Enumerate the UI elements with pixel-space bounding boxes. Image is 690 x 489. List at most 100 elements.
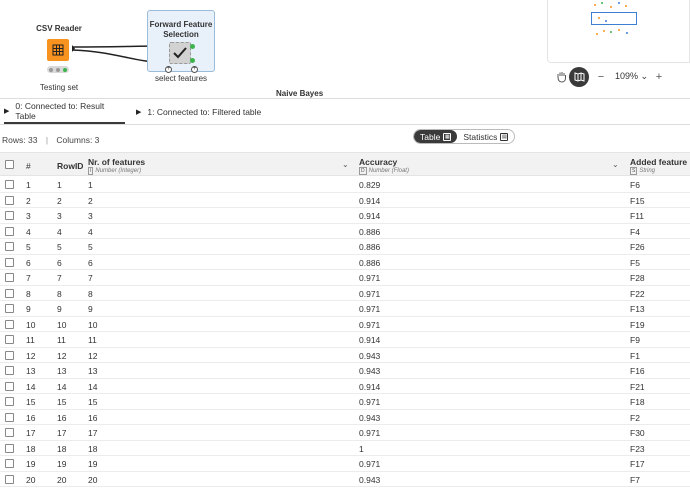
col-header-added-feature[interactable]: Added feature S String (630, 153, 690, 177)
table-cell: 19 (88, 459, 98, 469)
string-type-icon: S (630, 167, 638, 175)
add-port-icon[interactable]: + (165, 66, 172, 73)
row-checkbox[interactable] (5, 304, 14, 313)
table-cell: 17 (88, 428, 98, 438)
row-checkbox[interactable] (5, 474, 14, 484)
table-row[interactable]: 9 9 9 0.971 F13 (0, 301, 690, 317)
table-cell: F18 (630, 397, 645, 407)
zoom-in-icon[interactable]: + (649, 67, 669, 87)
minimap-node (601, 2, 603, 4)
table-row[interactable]: 7 7 7 0.971 F28 (0, 270, 690, 286)
minimap-node (603, 30, 605, 32)
table-cell: 0.971 (359, 288, 381, 299)
table-cell: 8 (57, 288, 62, 299)
table-row[interactable]: 6 6 6 0.886 F5 (0, 255, 690, 270)
table-cell: 9 (88, 304, 93, 314)
workflow-canvas[interactable]: CSV Reader Testing set Forward Feature S… (0, 0, 690, 98)
chevron-down-icon[interactable]: ⌄ (612, 160, 619, 169)
row-checkbox[interactable] (5, 381, 14, 391)
table-cell: 19 (26, 459, 36, 469)
table-row[interactable]: 10 10 10 0.971 F19 (0, 317, 690, 332)
row-checkbox[interactable] (5, 319, 14, 329)
chevron-down-icon[interactable]: ⌄ (342, 160, 349, 169)
table-row[interactable]: 4 4 4 0.886 F4 (0, 224, 690, 239)
table-cell: 18 (26, 443, 36, 454)
separator: | (45, 135, 49, 145)
zoom-level-value: 109% (615, 71, 639, 81)
table-row[interactable]: 11 11 11 0.914 F9 (0, 332, 690, 348)
table-cell: 18 (88, 443, 98, 454)
table-cell: F16 (630, 366, 645, 376)
minimap[interactable] (547, 0, 690, 63)
table-cell: F23 (630, 443, 645, 454)
row-checkbox[interactable] (5, 257, 14, 267)
minimap-viewport[interactable] (591, 12, 637, 25)
table-header: # RowID Nr. of features I Number (Integer… (0, 152, 690, 176)
table-row[interactable]: 19 19 19 0.971 F17 (0, 456, 690, 472)
table-row[interactable]: 1 1 1 0.829 F6 (0, 177, 690, 193)
table-cell: 20 (88, 474, 98, 485)
row-checkbox[interactable] (5, 412, 14, 422)
tab-result-table[interactable]: ▶ 0: Connected to: Result Table (4, 99, 125, 124)
table-cell: 0.971 (359, 319, 381, 330)
row-checkbox[interactable] (5, 226, 14, 236)
table-row[interactable]: 20 20 20 0.943 F7 (0, 472, 690, 487)
table-row[interactable]: 5 5 5 0.886 F26 (0, 239, 690, 255)
view-toggle: Table ▦ Statistics ▤ (413, 129, 516, 144)
table-cell: F22 (630, 288, 645, 299)
row-checkbox[interactable] (5, 428, 14, 437)
row-checkbox[interactable] (5, 288, 14, 298)
add-port-icon[interactable]: + (191, 66, 198, 73)
table-row[interactable]: 2 2 2 0.914 F15 (0, 193, 690, 208)
table-dimensions: Rows: 33 | Columns: 3 (2, 135, 99, 145)
output-port-icon[interactable] (190, 44, 195, 49)
table-cell: 17 (57, 428, 67, 438)
output-port-icon[interactable] (190, 58, 195, 63)
row-checkbox[interactable] (5, 397, 14, 406)
row-checkbox[interactable] (5, 273, 14, 282)
port-tabs: ▶ 0: Connected to: Result Table ▶ 1: Con… (0, 98, 690, 125)
table-row[interactable]: 12 12 12 0.943 F1 (0, 348, 690, 363)
row-checkbox[interactable] (5, 335, 14, 344)
table-view-button[interactable]: Table ▦ (414, 130, 458, 143)
row-checkbox[interactable] (5, 211, 14, 220)
row-checkbox[interactable] (5, 366, 14, 375)
table-row[interactable]: 16 16 16 0.943 F2 (0, 410, 690, 425)
statistics-view-button[interactable]: Statistics ▤ (457, 130, 514, 143)
table-cell: F1 (630, 350, 640, 361)
table-cell: 19 (57, 459, 67, 469)
tab-filtered-table[interactable]: ▶ 1: Connected to: Filtered table (136, 99, 261, 124)
table-row[interactable]: 18 18 18 1 F23 (0, 441, 690, 456)
col-header-accuracy[interactable]: Accuracy D Number (Float) ⌄ (359, 153, 621, 177)
table-cell: 0.914 (359, 381, 381, 392)
table-cell: F2 (630, 412, 640, 423)
table-row[interactable]: 14 14 14 0.914 F21 (0, 379, 690, 394)
table-cell: 15 (57, 397, 67, 407)
table-row[interactable]: 15 15 15 0.971 F18 (0, 394, 690, 410)
minimap-node (596, 33, 598, 35)
table-cell: 0.971 (359, 304, 381, 314)
table-row[interactable]: 8 8 8 0.971 F22 (0, 286, 690, 301)
table-cell: 5 (57, 242, 62, 252)
table-row[interactable]: 3 3 3 0.914 F11 (0, 208, 690, 224)
zoom-out-icon[interactable]: − (591, 67, 611, 87)
table-row[interactable]: 17 17 17 0.971 F30 (0, 425, 690, 441)
row-checkbox[interactable] (5, 459, 14, 468)
row-checkbox[interactable] (5, 350, 14, 360)
row-checkbox[interactable] (5, 242, 14, 251)
col-header-nr-features[interactable]: Nr. of features I Number (Integer) ⌄ (88, 153, 349, 177)
col-name: Added feature (630, 157, 688, 167)
row-checkbox[interactable] (5, 443, 14, 453)
zoom-level[interactable]: 109% ⌄ (615, 71, 648, 82)
row-checkbox[interactable] (5, 195, 14, 205)
table-cell: 16 (88, 412, 98, 423)
pan-hand-icon[interactable] (551, 67, 571, 87)
ffs-node[interactable] (169, 42, 191, 64)
select-all-checkbox[interactable] (5, 160, 14, 169)
row-checkbox[interactable] (5, 180, 14, 189)
minimap-toggle-icon[interactable] (569, 67, 589, 87)
naive-bayes-label: Naive Bayes (276, 89, 324, 98)
table-cell: 9 (57, 304, 62, 314)
table-cell: 11 (26, 335, 35, 345)
table-row[interactable]: 13 13 13 0.943 F16 (0, 363, 690, 379)
